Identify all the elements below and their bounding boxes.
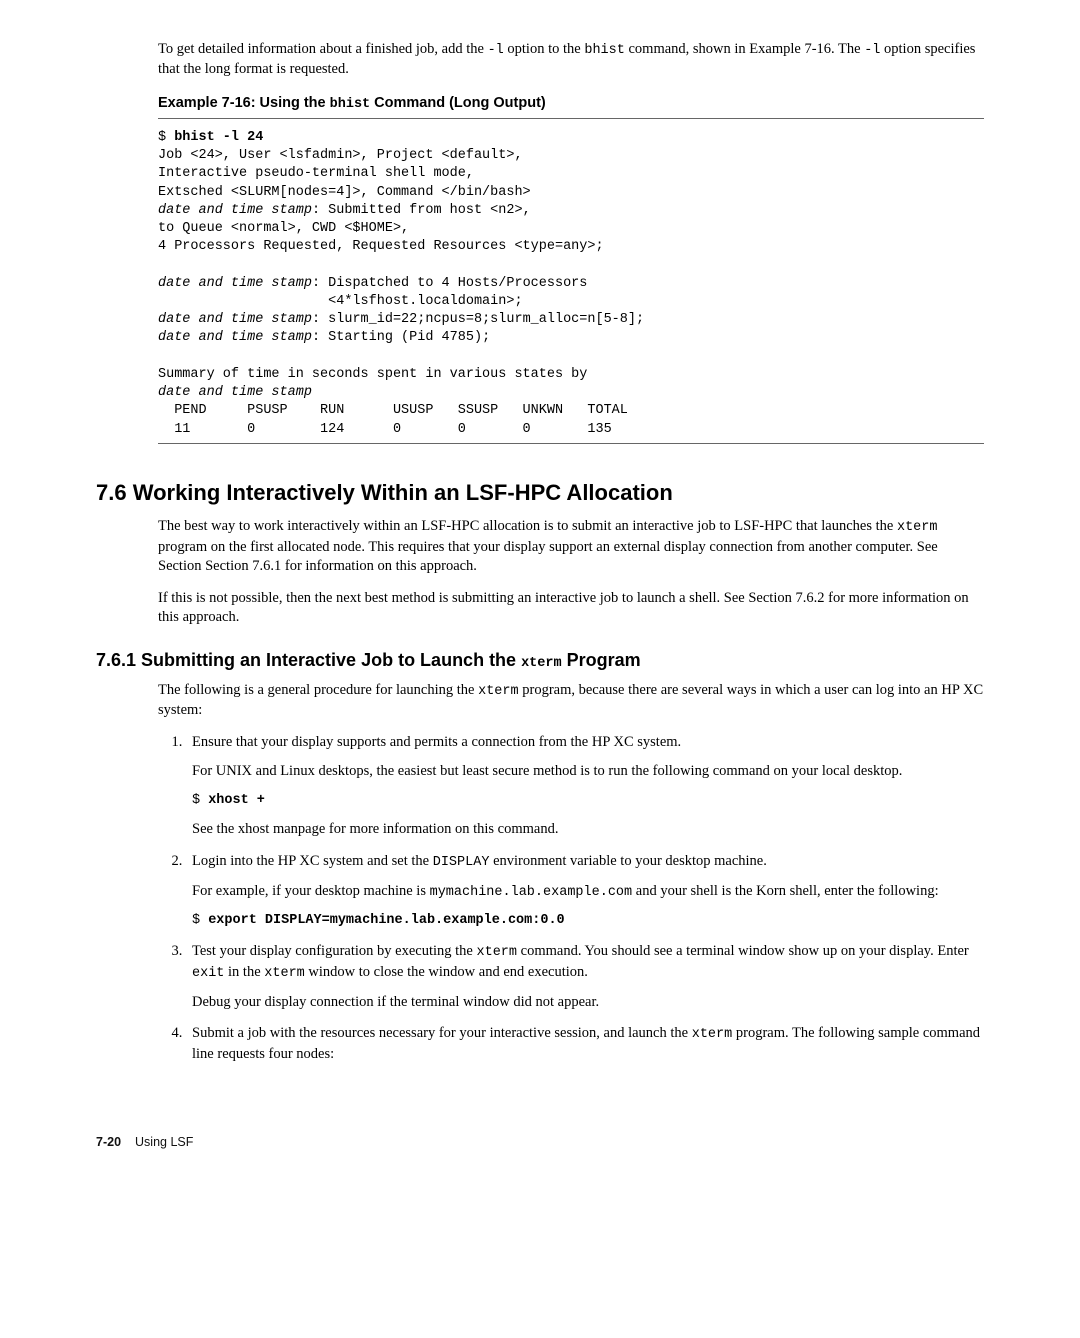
heading-text: 7.6.1 Submitting an Interactive Job to L… (96, 650, 521, 670)
program-name: xterm (478, 684, 519, 699)
program-name: xterm (692, 1027, 733, 1042)
prompt: $ (158, 130, 174, 145)
env-var: DISPLAY (433, 855, 490, 870)
table-row: 11 0 124 0 0 0 135 (158, 422, 612, 437)
code-line: Job <24>, User <lsfadmin>, Project <defa… (158, 148, 523, 163)
body-text: command. You should see a terminal windo… (517, 943, 969, 959)
body-text: window to close the window and end execu… (305, 964, 588, 980)
body-text: program on the first allocated node. Thi… (158, 539, 938, 575)
divider (158, 443, 984, 444)
prompt: $ (192, 793, 208, 808)
list-item: Test your display configuration by execu… (186, 942, 984, 1012)
intro-text: To get detailed information about a fini… (158, 41, 488, 57)
section-heading: 7.6 Working Interactively Within an LSF-… (96, 478, 984, 508)
example-title-suffix: Command (Long Output) (370, 95, 546, 111)
code-line: to Queue <normal>, CWD <$HOME>, (158, 221, 409, 236)
example-title-cmd: bhist (330, 97, 371, 112)
heading-text: Program (562, 650, 641, 670)
step-text: Test your display configuration by execu… (192, 942, 984, 982)
table-header: PEND PSUSP RUN USUSP SSUSP UNKWN TOTAL (158, 403, 628, 418)
command: exit (192, 966, 224, 981)
body-text: The following is a general procedure for… (158, 682, 478, 698)
step-text: See the xhost manpage for more informati… (192, 820, 984, 840)
example-title-prefix: Example 7-16: Using the (158, 95, 330, 111)
code-line: : Dispatched to 4 Hosts/Processors (312, 276, 587, 291)
body-text: in the (224, 964, 264, 980)
step-text: For UNIX and Linux desktops, the easiest… (192, 762, 984, 782)
code-line: <4*lsfhost.localdomain>; (158, 294, 523, 309)
step-text: For example, if your desktop machine is … (192, 882, 984, 902)
body-text: Submit a job with the resources necessar… (192, 1025, 692, 1041)
program-name: xterm (521, 656, 562, 671)
page-footer: 7-20 Using LSF (96, 1134, 984, 1151)
divider (158, 118, 984, 119)
list-item: Login into the HP XC system and set the … (186, 852, 984, 931)
option-flag: -l (864, 43, 880, 58)
list-item: Ensure that your display supports and pe… (186, 733, 984, 840)
command-line: $ export DISPLAY=mymachine.lab.example.c… (192, 912, 984, 930)
section-paragraph: The best way to work interactively withi… (158, 517, 984, 576)
code-block: $ bhist -l 24 Job <24>, User <lsfadmin>,… (158, 129, 984, 439)
program-name: xterm (264, 966, 305, 981)
hostname: mymachine.lab.example.com (430, 885, 633, 900)
body-text: and your shell is the Korn shell, enter … (632, 883, 938, 899)
body-text: The best way to work interactively withi… (158, 518, 897, 534)
section-paragraph: If this is not possible, then the next b… (158, 589, 984, 628)
code-line: : slurm_id=22;ncpus=8;slurm_alloc=n[5-8]… (312, 312, 644, 327)
timestamp: date and time stamp (158, 203, 312, 218)
code-line: Interactive pseudo-terminal shell mode, (158, 166, 474, 181)
step-text: Login into the HP XC system and set the … (192, 852, 984, 872)
command: xhost + (208, 793, 265, 808)
intro-paragraph: To get detailed information about a fini… (158, 40, 984, 80)
command: bhist -l 24 (174, 130, 263, 145)
command-line: $ xhost + (192, 792, 984, 810)
footer-label: Using LSF (135, 1135, 193, 1149)
code-line: : Submitted from host <n2>, (312, 203, 531, 218)
subsection-heading: 7.6.1 Submitting an Interactive Job to L… (96, 648, 984, 673)
list-item: Submit a job with the resources necessar… (186, 1024, 984, 1064)
step-text: Ensure that your display supports and pe… (192, 733, 984, 753)
command: export DISPLAY=mymachine.lab.example.com… (208, 913, 564, 928)
prompt: $ (192, 913, 208, 928)
intro-text: command, shown in Example 7-16. The (625, 41, 864, 57)
code-line: 4 Processors Requested, Requested Resour… (158, 239, 604, 254)
command-name: bhist (584, 43, 625, 58)
code-line: Summary of time in seconds spent in vari… (158, 367, 587, 382)
program-name: xterm (477, 945, 518, 960)
code-line: Extsched <SLURM[nodes=4]>, Command </bin… (158, 185, 531, 200)
example-title: Example 7-16: Using the bhist Command (L… (158, 94, 984, 114)
timestamp: date and time stamp (158, 330, 312, 345)
option-flag: -l (488, 43, 504, 58)
page-number: 7-20 (96, 1135, 121, 1149)
step-text: Submit a job with the resources necessar… (192, 1024, 984, 1064)
timestamp: date and time stamp (158, 385, 312, 400)
body-text: For example, if your desktop machine is (192, 883, 430, 899)
timestamp: date and time stamp (158, 276, 312, 291)
body-text: Test your display configuration by execu… (192, 943, 477, 959)
intro-text: option to the (504, 41, 585, 57)
program-name: xterm (897, 520, 938, 535)
body-text: environment variable to your desktop mac… (489, 853, 766, 869)
body-text: Login into the HP XC system and set the (192, 853, 433, 869)
timestamp: date and time stamp (158, 312, 312, 327)
subsection-paragraph: The following is a general procedure for… (158, 681, 984, 721)
step-text: Debug your display connection if the ter… (192, 993, 984, 1013)
steps-list: Ensure that your display supports and pe… (158, 733, 984, 1064)
code-line: : Starting (Pid 4785); (312, 330, 490, 345)
